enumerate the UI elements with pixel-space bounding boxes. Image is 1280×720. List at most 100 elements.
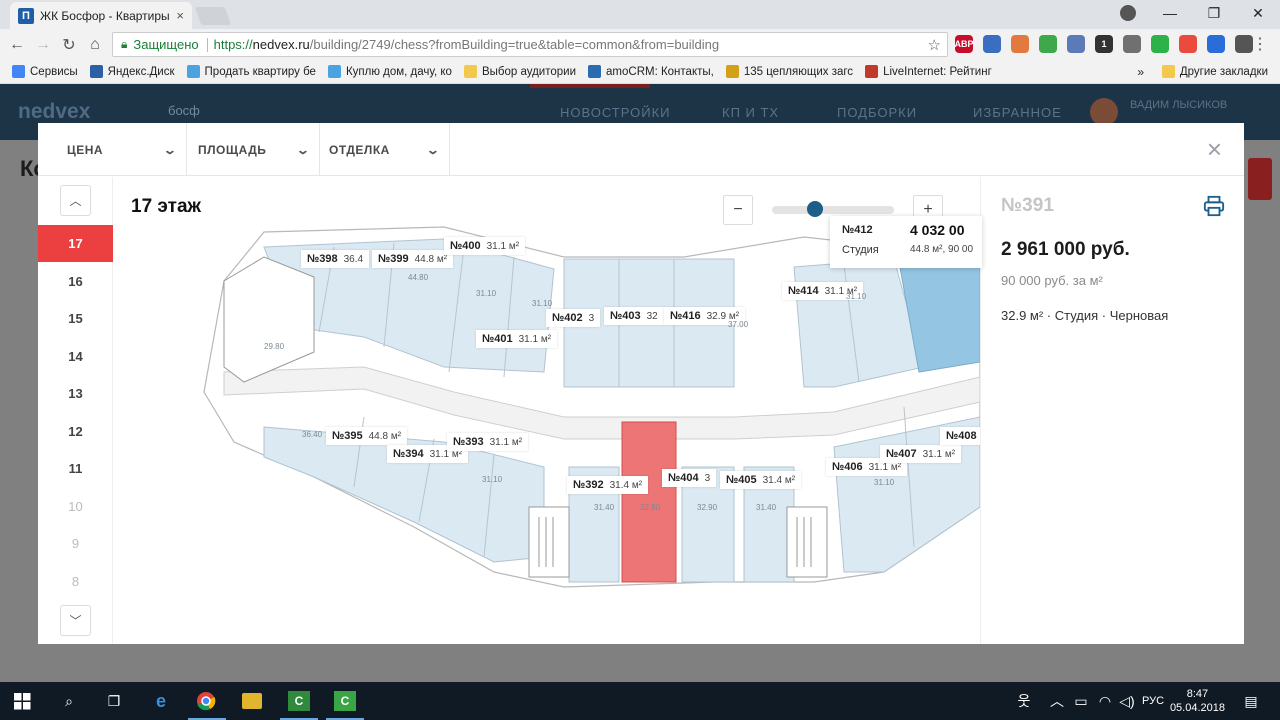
search-icon[interactable]: ⌕ — [58, 691, 80, 711]
bookmark-item[interactable]: LiveInternet: Рейтинг — [865, 65, 992, 78]
reload-icon[interactable]: ↻ — [56, 35, 82, 55]
zoom-slider-handle[interactable] — [806, 201, 823, 217]
close-window-button[interactable]: ✕ — [1236, 0, 1280, 28]
battery-icon[interactable]: ▭ — [1070, 691, 1092, 711]
bookmark-item[interactable]: Яндекс.Диск — [89, 65, 175, 78]
zoom-out-button[interactable]: − — [723, 195, 753, 225]
unit-label-area: 31.4 м² — [762, 474, 796, 486]
home-icon[interactable]: ⌂ — [82, 36, 108, 54]
floor-item[interactable]: 12 — [38, 413, 113, 450]
extension-icon[interactable] — [1235, 35, 1253, 53]
site-favicon-icon: П — [18, 7, 34, 24]
extension-icon[interactable]: ABP — [955, 35, 974, 53]
bookmark-star-icon[interactable]: ☆ — [928, 36, 941, 54]
extension-icon[interactable] — [1011, 35, 1029, 53]
maximize-button[interactable]: ❐ — [1192, 0, 1236, 28]
minimize-button[interactable]: — — [1148, 0, 1192, 28]
browser-toolbar: ← → ↻ ⌂ 🔒︎ Защищено https:// nedvex.ru /… — [0, 29, 1280, 60]
floor-item[interactable]: 14 — [38, 338, 113, 375]
bookmark-label: Сервисы — [30, 65, 78, 78]
unit-label[interactable]: №402 3 — [546, 309, 601, 327]
tray-expand-icon[interactable]: ︿ — [1046, 691, 1068, 711]
floor-item[interactable]: 17 — [38, 225, 113, 262]
language-indicator[interactable]: РУС — [1140, 691, 1166, 711]
notifications-icon[interactable]: ▤ — [1240, 691, 1262, 711]
bookmark-item[interactable]: Выбор аудитории — [463, 65, 576, 78]
back-arrow-icon[interactable]: ← — [4, 36, 30, 54]
extension-icon[interactable] — [1067, 35, 1085, 53]
unit-label[interactable]: №400 31.1 м² — [444, 237, 526, 255]
unit-label-area: 44.8 м² — [414, 253, 448, 265]
unit-label[interactable]: №398 36.4 — [301, 250, 370, 268]
forward-arrow-icon[interactable]: → — [30, 36, 56, 54]
unit-label-area: 36.4 — [343, 253, 364, 265]
new-tab-button[interactable] — [194, 7, 232, 25]
unit-label[interactable]: №399 44.8 м² — [372, 250, 454, 268]
unit-label[interactable]: №407 31.1 м² — [880, 445, 962, 463]
unit-label-area: 32 — [646, 310, 658, 322]
bookmark-item[interactable]: Куплю дом, дачу, ко — [327, 65, 452, 78]
chrome-icon[interactable] — [196, 691, 216, 711]
floor-up-button[interactable]: ︿ — [60, 185, 91, 216]
unit-label[interactable]: №393 31.1 м² — [447, 433, 529, 451]
edge-icon[interactable]: e — [150, 691, 172, 711]
address-bar[interactable]: 🔒︎ Защищено https:// nedvex.ru /building… — [112, 32, 948, 57]
print-icon[interactable] — [1203, 195, 1225, 217]
unit-label[interactable]: №401 31.1 м² — [476, 330, 558, 348]
site-nav-active-indicator — [530, 84, 650, 88]
floor-item[interactable]: 9 — [38, 525, 113, 562]
chevron-down-icon: ⌄ — [163, 142, 179, 157]
browser-menu-icon[interactable]: ⋮ — [1252, 34, 1268, 54]
close-modal-icon[interactable]: × — [1207, 136, 1222, 162]
unit-label[interactable]: №403 32 — [604, 307, 664, 325]
bookmark-item[interactable]: Сервисы — [12, 65, 78, 78]
camtasia-icon[interactable]: C — [288, 691, 310, 711]
bookmark-label: Продать квартиру бе — [204, 65, 316, 78]
bookmark-item[interactable]: Продать квартиру бе — [186, 65, 316, 78]
floor-item[interactable]: 16 — [38, 263, 113, 300]
area-filter[interactable]: ПЛОЩАДЬ ⌄ — [187, 123, 320, 176]
extension-icon[interactable] — [1179, 35, 1197, 53]
task-view-icon[interactable]: ❐ — [103, 691, 125, 711]
extension-icon[interactable] — [1207, 35, 1225, 53]
bookmarks-more-button[interactable]: » — [1137, 65, 1144, 79]
people-icon[interactable]: 웃 — [1013, 691, 1035, 711]
unit-label-number: №393 — [453, 436, 484, 448]
extension-icon[interactable] — [983, 35, 1001, 53]
unit-label[interactable]: №392 31.4 м² — [567, 476, 649, 494]
zoom-slider[interactable] — [772, 206, 894, 214]
unit-label[interactable]: №404 3 — [662, 469, 717, 487]
wifi-icon[interactable]: ◠ — [1094, 691, 1116, 711]
unit-label[interactable]: №395 44.8 м² — [326, 427, 408, 445]
bookmark-label: amoCRM: Контакты, — [606, 65, 714, 78]
floor-item[interactable]: 11 — [38, 450, 113, 487]
floor-down-button[interactable]: ﹀ — [60, 605, 91, 636]
bookmark-item[interactable]: amoCRM: Контакты, — [588, 65, 714, 78]
extension-icon[interactable]: 1 — [1095, 35, 1113, 53]
other-bookmarks-folder[interactable]: Другие закладки — [1161, 65, 1268, 78]
stairwell-west — [528, 506, 570, 578]
floor-item[interactable]: 15 — [38, 300, 113, 337]
unit-label[interactable]: №405 31.4 м² — [720, 471, 802, 489]
floor-item[interactable]: 13 — [38, 375, 113, 412]
unit-label[interactable]: №408 — [940, 427, 980, 445]
extension-icon[interactable] — [1039, 35, 1057, 53]
browser-tab[interactable]: П ЖК Босфор - Квартиры × — [10, 2, 192, 29]
volume-icon[interactable]: ◁) — [1116, 691, 1138, 711]
extension-icon[interactable] — [1123, 35, 1141, 53]
extension-icon[interactable] — [1151, 35, 1169, 53]
camtasia-recorder-icon[interactable]: C — [334, 691, 356, 711]
bookmark-label: Яндекс.Диск — [107, 65, 175, 78]
file-explorer-icon[interactable] — [242, 693, 262, 709]
profile-icon[interactable] — [1120, 5, 1136, 21]
clock[interactable]: 8:47 05.04.2018 — [1170, 687, 1225, 715]
tab-close-icon[interactable]: × — [176, 8, 184, 23]
selected-unit[interactable] — [621, 421, 677, 583]
finish-filter[interactable]: ОТДЕЛКА ⌄ — [320, 123, 450, 176]
floor-item[interactable]: 8 — [38, 563, 113, 600]
room-area-label: 31.10 — [532, 299, 553, 308]
windows-start-icon[interactable] — [14, 693, 31, 710]
floor-item[interactable]: 10 — [38, 488, 113, 525]
price-filter[interactable]: ЦЕНА ⌄ — [38, 123, 187, 176]
bookmark-item[interactable]: 135 цепляющих загс — [725, 65, 853, 78]
